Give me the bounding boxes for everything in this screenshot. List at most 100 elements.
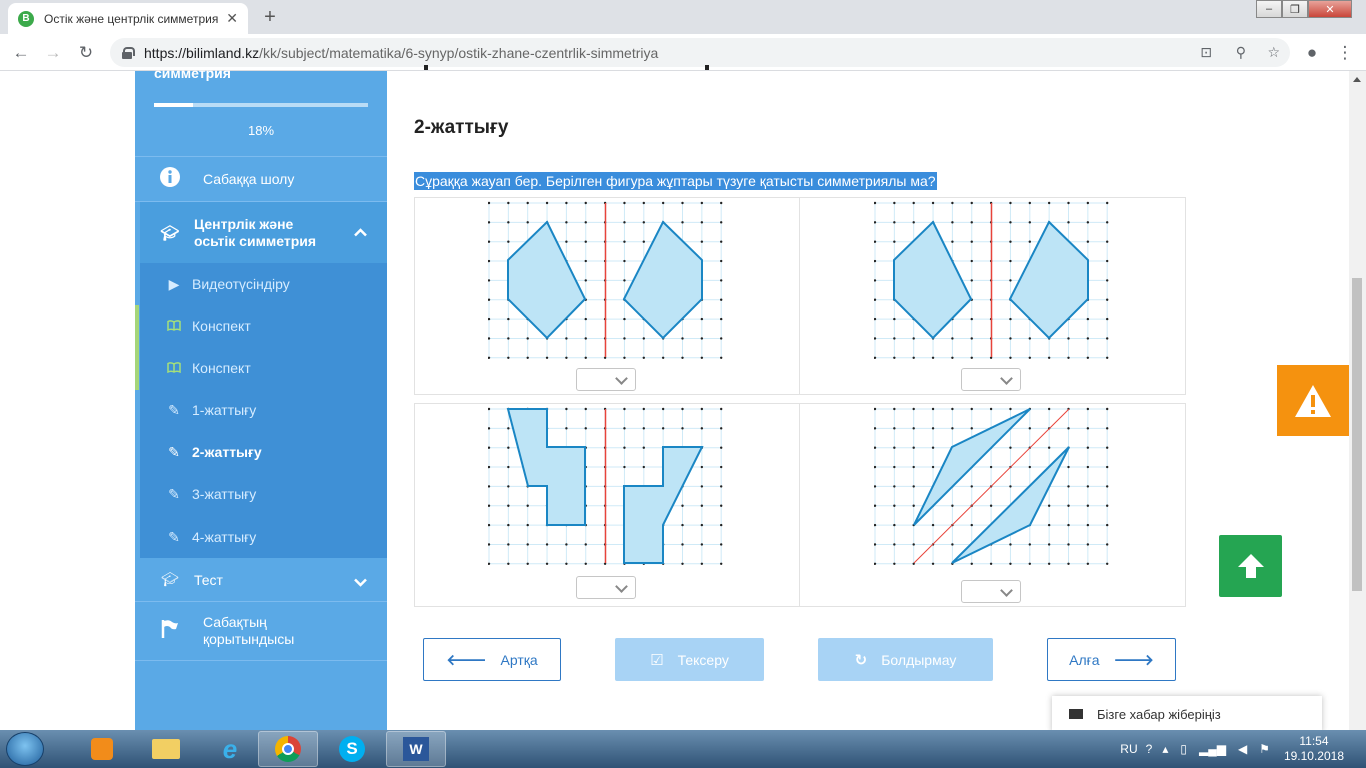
next-button-label: Алға	[1069, 651, 1100, 668]
chevron-up-icon[interactable]	[354, 224, 367, 240]
sidebar-section-label: Тест	[194, 571, 223, 588]
sidebar-item-video[interactable]: ▶ Видеотүсіндіру	[140, 263, 387, 305]
file-explorer-icon[interactable]	[136, 731, 196, 767]
account-icon[interactable]: ●	[1301, 42, 1323, 64]
sidebar-section-test[interactable]: 🎓︎ Тест	[135, 558, 387, 601]
sidebar-item-label: 2-жаттығу	[192, 444, 262, 460]
sidebar-item-summary[interactable]: Сабақтың қорытындысы	[135, 601, 387, 661]
sidebar-item-exercise-3[interactable]: ✎ 3-жаттығу	[140, 473, 387, 515]
visited-marker	[135, 305, 139, 390]
arrow-left-icon: 🡐	[446, 652, 487, 669]
sidebar-item-label: 1-жаттығу	[192, 402, 257, 418]
progress-bar	[154, 103, 368, 107]
clock-date: 19.10.2018	[1283, 749, 1344, 763]
forward-arrow-icon[interactable]: →	[42, 42, 64, 64]
sidebar-item-label: Сабақтың қорытындысы	[203, 614, 295, 647]
previous-heading-cut	[705, 65, 709, 70]
progress-fill	[154, 103, 193, 107]
sidebar-item-exercise-1[interactable]: ✎ 1-жаттығу	[140, 389, 387, 431]
warning-icon	[1295, 384, 1331, 417]
tab-strip: B Остік және центрлік симметрия ✕ + – ❐ …	[0, 0, 1366, 34]
chrome-icon[interactable]	[258, 731, 318, 767]
sidebar-item-label: 4-жаттығу	[192, 529, 257, 545]
feedback-widget[interactable]: Бізге хабар жіберіңіз	[1052, 696, 1322, 732]
browser-tab[interactable]: B Остік және центрлік симметрия ✕	[8, 3, 248, 34]
start-button[interactable]	[6, 732, 44, 766]
word-icon[interactable]: W	[386, 731, 446, 767]
cancel-button[interactable]: ↻ Болдырмау	[818, 638, 993, 681]
scroll-up-button[interactable]	[1219, 535, 1282, 597]
play-icon: ▶	[168, 275, 180, 292]
arrow-right-icon: 🡒	[1113, 652, 1154, 669]
book-icon	[167, 360, 181, 376]
info-icon	[160, 166, 180, 192]
page-scrollbar[interactable]	[1349, 71, 1366, 730]
answer-select-2[interactable]	[961, 368, 1021, 391]
menu-kebab-icon[interactable]: ⋮	[1334, 42, 1356, 64]
lock-icon	[122, 46, 135, 59]
answer-select-1[interactable]	[576, 368, 636, 391]
previous-heading-cut	[424, 65, 428, 70]
usb-icon[interactable]: ▯	[1180, 742, 1187, 756]
sidebar-item-label: Конспект	[192, 318, 251, 334]
chevron-down-icon[interactable]	[354, 574, 367, 590]
network-icon[interactable]: ▂▄▆	[1199, 742, 1226, 756]
sidebar-section-symmetry[interactable]: 🎓︎ Центрлік және осьтік симметрия	[135, 201, 387, 263]
check-button-label: Тексеру	[677, 651, 729, 668]
edit-icon: ✎	[168, 485, 180, 502]
mail-icon	[1069, 709, 1083, 719]
action-center-icon[interactable]: ⚑	[1259, 742, 1270, 756]
sidebar-item-exercise-4[interactable]: ✎ 4-жаттығу	[140, 516, 387, 558]
scroll-thumb[interactable]	[1352, 278, 1362, 591]
bilimland-favicon-icon: B	[18, 10, 34, 27]
edit-icon: ✎	[168, 443, 180, 460]
close-tab-icon[interactable]: ✕	[226, 10, 238, 27]
back-arrow-icon[interactable]: ←	[10, 42, 32, 64]
back-button-label: Артқа	[500, 651, 538, 668]
maximize-icon[interactable]: ❐	[1282, 0, 1308, 18]
windows-taskbar: e S W RU ? ▴ ▯ ▂▄▆ ◀ ⚑ 11:54 19.10.2018	[0, 730, 1366, 768]
clock[interactable]: 11:54 19.10.2018	[1284, 734, 1344, 764]
scroll-up-arrow-icon[interactable]	[1353, 77, 1361, 82]
sidebar-item-konspekt-2[interactable]: Конспект	[140, 347, 387, 389]
back-button[interactable]: 🡐 Артқа	[423, 638, 561, 681]
close-window-icon[interactable]: ✕	[1308, 0, 1352, 18]
answer-select-3[interactable]	[576, 576, 636, 599]
graduation-cap-icon: 🎓︎	[161, 571, 179, 587]
window-controls: – ❐ ✕	[1256, 0, 1352, 18]
zoom-icon[interactable]: ⚲	[1236, 44, 1246, 61]
undo-icon: ↻	[854, 651, 868, 669]
minimize-icon[interactable]: –	[1256, 0, 1282, 18]
lesson-sidebar: симметрия 18% Сабаққа шолу 🎓︎ Центрлік ж…	[135, 65, 387, 730]
next-button[interactable]: Алға 🡒	[1047, 638, 1176, 681]
internet-explorer-icon[interactable]: e	[200, 731, 260, 767]
exercise-title: 2-жаттығу	[414, 117, 509, 138]
sidebar-item-label: Видеотүсіндіру	[192, 276, 290, 292]
reload-icon[interactable]: ↻	[75, 42, 97, 64]
flag-icon	[160, 619, 180, 644]
address-bar[interactable]: https://bilimland.kz/kk/subject/matemati…	[110, 38, 1290, 67]
figure-pair-1	[488, 201, 723, 359]
language-indicator[interactable]: RU	[1120, 742, 1137, 756]
tray-expand-icon[interactable]: ▴	[1162, 742, 1168, 756]
progress-label: 18%	[247, 123, 275, 138]
edit-icon: ✎	[168, 528, 180, 545]
volume-icon[interactable]: ◀	[1238, 742, 1247, 756]
skype-icon[interactable]: S	[322, 731, 382, 767]
media-player-icon[interactable]	[72, 731, 132, 767]
new-tab-icon[interactable]: +	[258, 6, 282, 28]
sidebar-item-overview[interactable]: Сабаққа шолу	[135, 156, 387, 201]
bookmark-star-icon[interactable]: ☆	[1267, 44, 1280, 61]
sidebar-item-konspekt-1[interactable]: Конспект	[140, 305, 387, 347]
help-icon[interactable]: ?	[1146, 742, 1153, 756]
sidebar-item-label: 3-жаттығу	[192, 486, 257, 502]
course-title: симметрия	[154, 65, 231, 81]
report-error-button[interactable]	[1277, 365, 1349, 436]
figure-cell-4	[799, 403, 1186, 607]
sidebar-item-exercise-2[interactable]: ✎ 2-жаттығу	[140, 431, 387, 473]
answer-select-4[interactable]	[961, 580, 1021, 603]
figure-right	[622, 220, 703, 340]
check-button[interactable]: ☑ Тексеру	[615, 638, 764, 681]
url-text: https://bilimland.kz/kk/subject/matemati…	[144, 44, 659, 61]
translate-icon[interactable]: ⊡	[1200, 44, 1212, 61]
